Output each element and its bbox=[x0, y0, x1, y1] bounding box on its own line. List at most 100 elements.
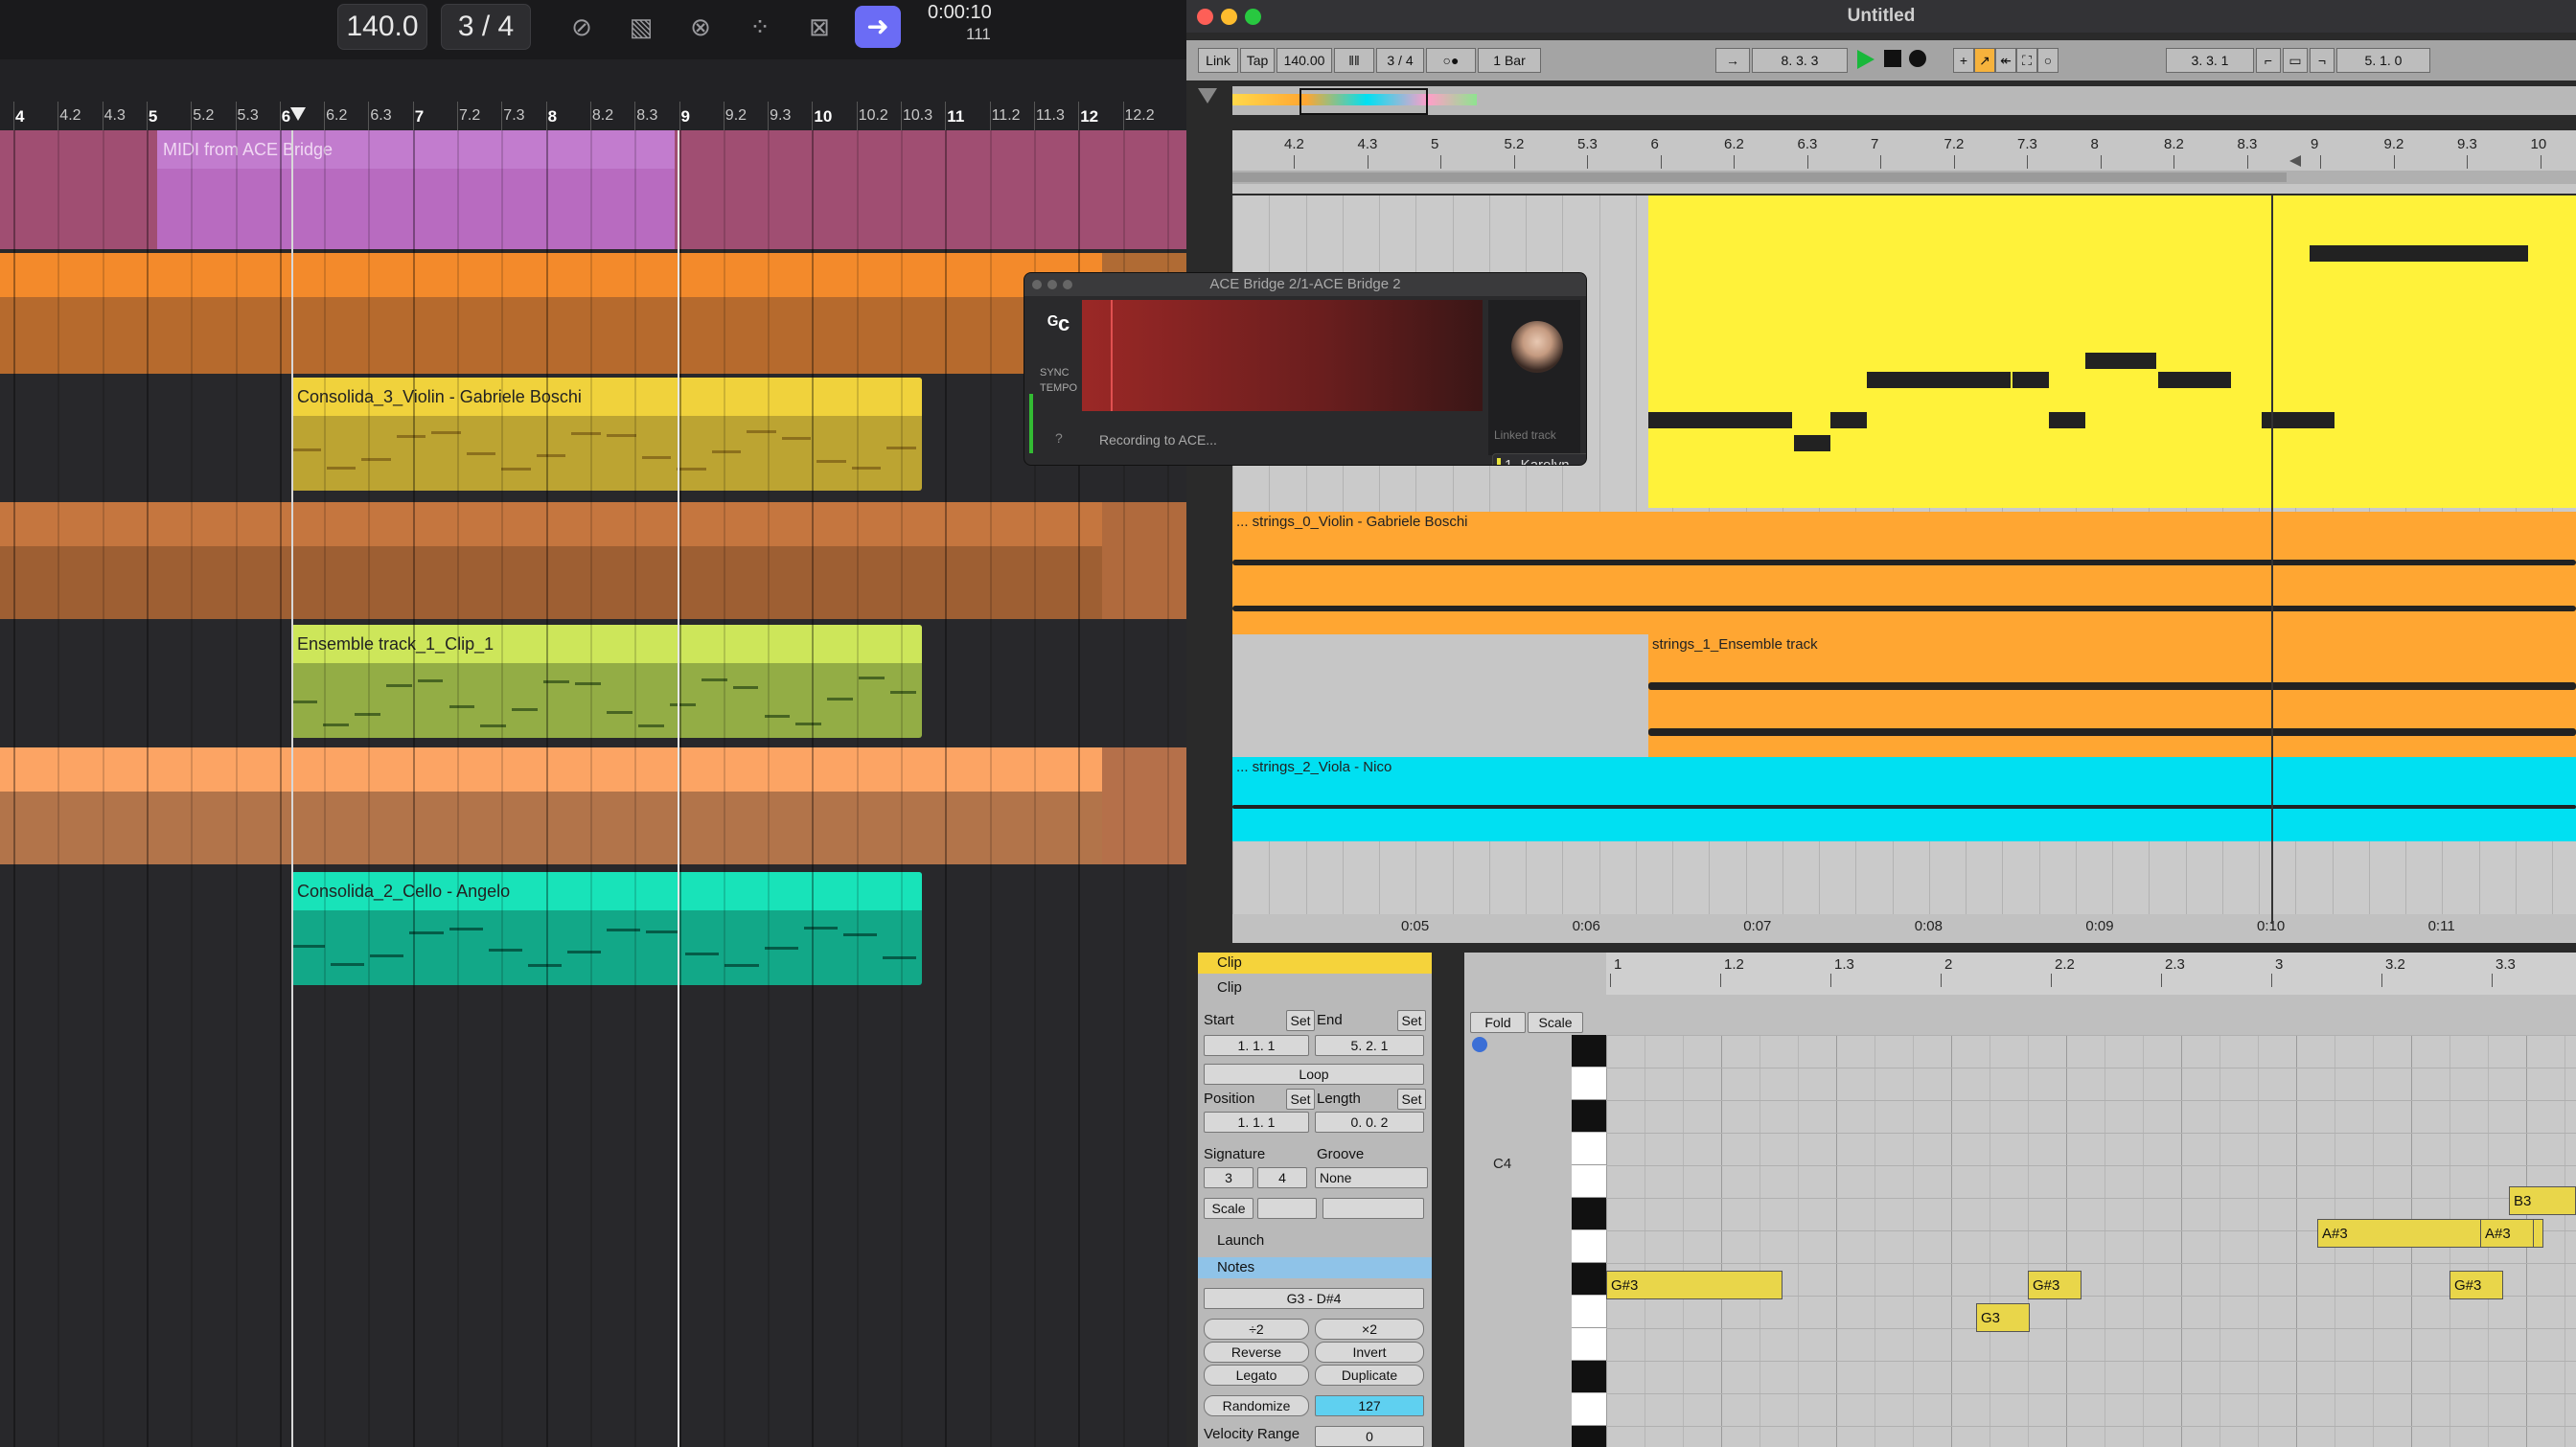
scale-root-select[interactable] bbox=[1257, 1198, 1317, 1219]
track-strings-1[interactable]: strings_1_Ensemble track bbox=[1648, 634, 2576, 757]
scale-name-select[interactable] bbox=[1322, 1198, 1424, 1219]
midi-note-block[interactable] bbox=[1648, 412, 1792, 428]
randomize-amount[interactable]: 127 bbox=[1315, 1395, 1424, 1416]
punch-out-icon[interactable]: ¬ bbox=[2310, 48, 2334, 73]
automation-arm-icon[interactable]: ↗ bbox=[1974, 48, 1995, 73]
loop-start-field[interactable]: 3. 3. 1 bbox=[2166, 48, 2254, 73]
ableton-playhead[interactable] bbox=[2271, 195, 2273, 924]
signature-denominator[interactable]: 4 bbox=[1257, 1167, 1307, 1188]
midi-note-block[interactable] bbox=[2012, 372, 2049, 388]
signature-field[interactable]: 3 / 4 bbox=[1376, 48, 1424, 73]
loop-length-field[interactable]: 5. 1. 0 bbox=[2336, 48, 2430, 73]
ruler-label: 7 bbox=[1871, 136, 1879, 152]
arrangement-overview[interactable] bbox=[1232, 86, 2576, 115]
snap-off-icon[interactable]: ⊠ bbox=[800, 11, 839, 43]
linked-track-select[interactable]: 1_Karolyn ⌄ bbox=[1492, 453, 1586, 465]
start-field[interactable]: 1. 1. 1 bbox=[1204, 1035, 1309, 1056]
record-icon[interactable] bbox=[1909, 50, 1926, 67]
click-icon[interactable]: ⊗ bbox=[681, 11, 720, 43]
loop-end-marker-icon[interactable] bbox=[2289, 155, 2301, 167]
midi-note-block[interactable] bbox=[2085, 353, 2156, 369]
end-field[interactable]: 5. 2. 1 bbox=[1315, 1035, 1424, 1056]
session-record-icon[interactable]: ⛶ bbox=[2016, 48, 2037, 73]
randomize-button[interactable]: Randomize bbox=[1204, 1395, 1309, 1416]
link-button[interactable]: Link bbox=[1198, 48, 1238, 73]
midi-note-block[interactable] bbox=[2049, 412, 2085, 428]
grid-dots-icon[interactable]: ⁘ bbox=[741, 11, 779, 43]
clip-section-header[interactable]: Clip bbox=[1198, 977, 1432, 999]
piano-roll-note[interactable]: G3 bbox=[1976, 1303, 2030, 1332]
piano-roll-note[interactable]: G#3 bbox=[2450, 1271, 2503, 1299]
launch-section-header[interactable]: Launch bbox=[1198, 1230, 1432, 1252]
loop-icon[interactable]: ○ bbox=[2037, 48, 2058, 73]
help-icon[interactable]: ? bbox=[1055, 430, 1063, 446]
reverse-button[interactable]: Reverse bbox=[1204, 1342, 1309, 1363]
clip-ensemble[interactable]: Ensemble track_1_Clip_1 bbox=[291, 625, 922, 738]
metronome-toggle-icon[interactable]: ○● bbox=[1426, 48, 1476, 73]
ruler-tick bbox=[279, 102, 281, 130]
nudge-buttons-icon[interactable]: ‖‖ bbox=[1334, 48, 1374, 73]
overdub-icon[interactable]: + bbox=[1953, 48, 1974, 73]
position-set-button[interactable]: Set bbox=[1286, 1089, 1315, 1110]
clip-panel-header[interactable]: Clip bbox=[1198, 953, 1432, 974]
double-button[interactable]: ×2 bbox=[1315, 1319, 1424, 1340]
tempo-field[interactable]: 140.00 bbox=[1276, 48, 1332, 73]
tap-button[interactable]: Tap bbox=[1240, 48, 1275, 73]
halve-button[interactable]: ÷2 bbox=[1204, 1319, 1309, 1340]
piano-roll-note[interactable]: B3 bbox=[2509, 1186, 2576, 1215]
quantization-menu[interactable]: 1 Bar bbox=[1478, 48, 1541, 73]
clip-violin[interactable]: Consolida_3_Violin - Gabriele Boschi bbox=[291, 378, 922, 491]
clip-midi[interactable]: MIDI from ACE Bridge bbox=[157, 130, 675, 249]
stop-icon[interactable] bbox=[1884, 50, 1901, 67]
position-field[interactable]: 1. 1. 1 bbox=[1204, 1112, 1309, 1133]
midi-note-block[interactable] bbox=[2158, 372, 2231, 388]
loop-brace[interactable] bbox=[1232, 172, 2287, 182]
start-set-button[interactable]: Set bbox=[1286, 1010, 1315, 1031]
note-mark bbox=[607, 433, 636, 437]
ruler-label: 7.3 bbox=[503, 107, 525, 124]
velocity-range-field[interactable]: 0 bbox=[1315, 1426, 1424, 1447]
length-set-button[interactable]: Set bbox=[1397, 1089, 1426, 1110]
yellow-midi-clip[interactable] bbox=[1648, 195, 2576, 508]
play-icon[interactable] bbox=[1857, 50, 1874, 69]
left-playhead-line[interactable] bbox=[678, 130, 679, 1447]
legato-button[interactable]: Legato bbox=[1204, 1365, 1309, 1386]
notes-section-header[interactable]: Notes bbox=[1198, 1257, 1432, 1278]
track-strings-2[interactable]: ... strings_2_Viola - Nico bbox=[1232, 757, 2576, 841]
groove-select[interactable]: None bbox=[1315, 1167, 1428, 1188]
count-in-icon[interactable]: ▧ bbox=[622, 11, 660, 43]
length-field[interactable]: 0. 0. 2 bbox=[1315, 1112, 1424, 1133]
left-timeline-ruler[interactable]: 4 4.2 4.3 5 5.2 5.3 6 6.2 6.3 7 7.2 7.3 8 8.2 8.3 9 9.2 9… bbox=[0, 59, 1186, 131]
invert-button[interactable]: Invert bbox=[1315, 1342, 1424, 1363]
clip-cello[interactable]: Consolida_2_Cello - Angelo bbox=[291, 872, 922, 985]
tempo-display[interactable]: 140.0 bbox=[337, 4, 427, 50]
overview-viewport[interactable] bbox=[1300, 88, 1428, 115]
arrangement-ruler[interactable]: 4.2 4.3 5 5.2 5.3 6 6.2 6.3 7 7.2 7.3 8 8.2 8.3 9 9.2 9.… bbox=[1232, 130, 2576, 194]
follow-icon[interactable]: → bbox=[1715, 48, 1750, 73]
back-to-arrangement-icon[interactable]: ↞ bbox=[1995, 48, 2016, 73]
piano-roll-note[interactable]: G#3 bbox=[2028, 1271, 2082, 1299]
time-signature-display[interactable]: 3 / 4 bbox=[441, 4, 531, 50]
piano-roll-editor[interactable]: 1 1.2 1.3 2 2.2 2.3 3 3.2 3.3 Fold Scale C4 G#3 G… bbox=[1464, 953, 2576, 1447]
end-set-button[interactable]: Set bbox=[1397, 1010, 1426, 1031]
punch-in-icon[interactable]: ⌐ bbox=[2256, 48, 2281, 73]
loop-switch-icon[interactable]: ▭ bbox=[2283, 48, 2308, 73]
metronome-off-icon[interactable]: ⊘ bbox=[563, 11, 601, 43]
overview-collapse-icon[interactable] bbox=[1198, 88, 1217, 103]
loop-toggle[interactable]: Loop bbox=[1204, 1064, 1424, 1085]
scale-button[interactable]: Scale bbox=[1204, 1198, 1254, 1219]
piano-roll-note[interactable]: A#3 bbox=[2480, 1219, 2534, 1248]
signature-numerator[interactable]: 3 bbox=[1204, 1167, 1254, 1188]
piano-roll-note[interactable]: G#3 bbox=[1606, 1271, 1782, 1299]
track-strings-0[interactable]: ... strings_0_Violin - Gabriele Boschi bbox=[1232, 512, 2576, 634]
arrangement-position[interactable]: 8. 3. 3 bbox=[1752, 48, 1848, 73]
midi-note-block[interactable] bbox=[1794, 435, 1830, 451]
duplicate-button[interactable]: Duplicate bbox=[1315, 1365, 1424, 1386]
midi-note-block[interactable] bbox=[1830, 412, 1867, 428]
note-range-field[interactable]: G3 - D#4 bbox=[1204, 1288, 1424, 1309]
playhead-marker-icon[interactable] bbox=[290, 107, 306, 121]
midi-note-block[interactable] bbox=[1867, 372, 2011, 388]
note-mark bbox=[566, 951, 601, 954]
midi-note-block[interactable] bbox=[2310, 245, 2528, 262]
follow-playhead-button[interactable]: ➜ bbox=[855, 6, 901, 48]
